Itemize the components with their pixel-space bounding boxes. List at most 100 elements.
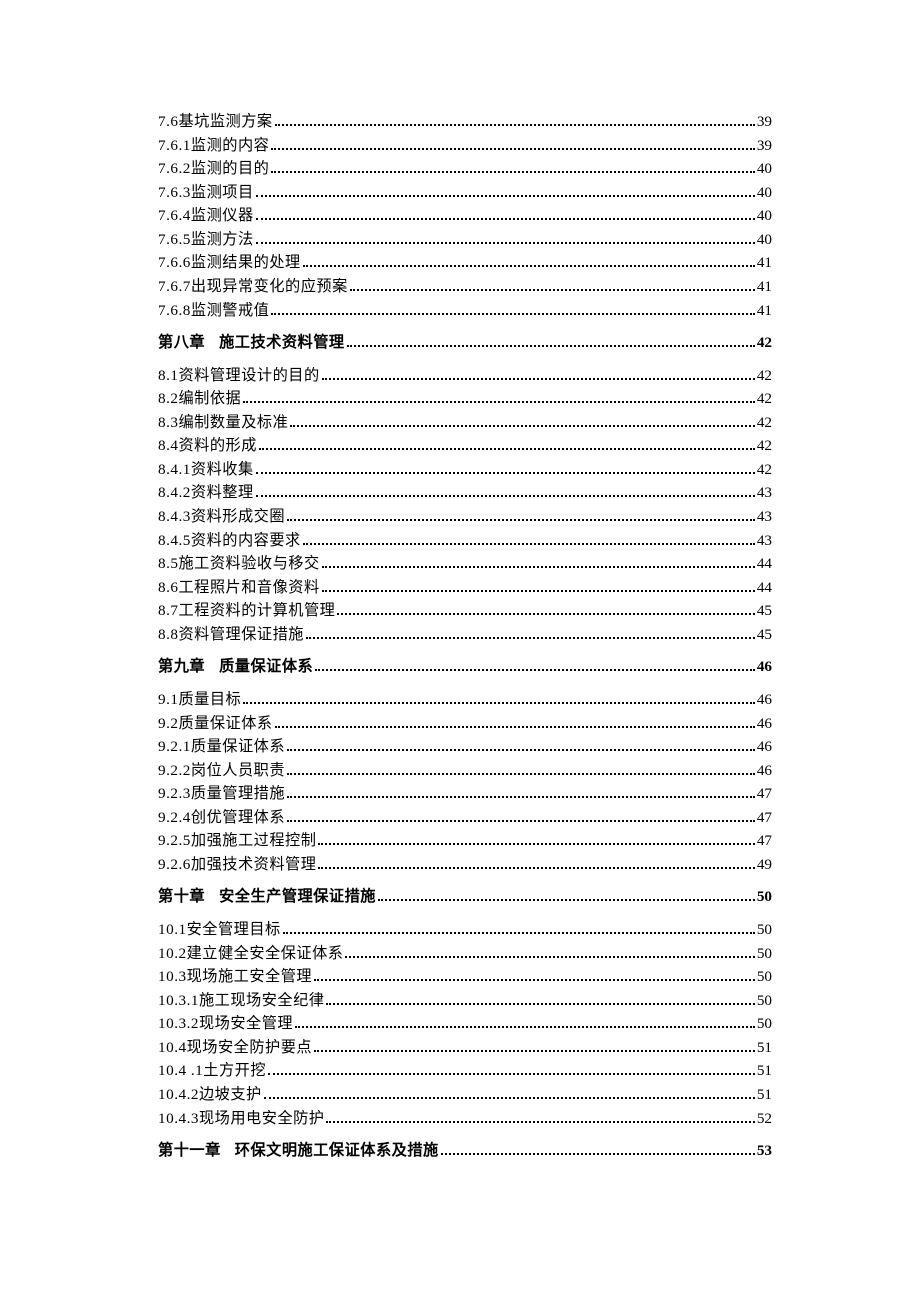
toc-entry-title: 监测的目的 xyxy=(191,157,269,181)
toc-entry-number: 9.1 xyxy=(158,688,178,712)
toc-entry-page: 43 xyxy=(757,529,772,553)
toc-entry-page: 39 xyxy=(757,134,772,158)
toc-entry-number: 10.1 xyxy=(158,918,187,942)
toc-leader-dots xyxy=(378,890,755,901)
toc-entry: 7.6 基坑监测方案39 xyxy=(158,110,772,134)
toc-entry-page: 40 xyxy=(757,228,772,252)
table-of-contents: 7.6 基坑监测方案397.6.1 监测的内容397.6.2 监测的目的407.… xyxy=(158,110,772,1163)
toc-entry-title: 资料整理 xyxy=(191,481,254,505)
toc-entry-title: 基坑监测方案 xyxy=(178,110,272,134)
toc-leader-dots xyxy=(275,716,755,727)
toc-entry-title: 监测项目 xyxy=(191,181,254,205)
toc-leader-dots xyxy=(326,1111,754,1122)
toc-entry-title: 环保文明施工保证体系及措施 xyxy=(235,1139,439,1163)
toc-entry-number: 7.6.1 xyxy=(158,134,191,158)
toc-entry-number: 7.6.4 xyxy=(158,204,191,228)
toc-leader-dots xyxy=(271,138,755,149)
toc-leader-dots xyxy=(322,557,755,568)
toc-entry: 7.6.7 出现异常变化的应预案41 xyxy=(158,275,772,299)
toc-entry: 7.6.4 监测仪器40 xyxy=(158,204,772,228)
toc-leader-dots xyxy=(268,1064,755,1075)
toc-entry-page: 42 xyxy=(757,331,772,355)
toc-leader-dots xyxy=(350,280,755,291)
toc-entry-number: 10.2 xyxy=(158,942,187,966)
toc-entry: 9.2.6 加强技术资料管理49 xyxy=(158,853,772,877)
toc-entry-number: 7.6.5 xyxy=(158,228,191,252)
toc-leader-dots xyxy=(326,994,754,1005)
toc-entry: 10.4 现场安全防护要点51 xyxy=(158,1036,772,1060)
toc-leader-dots xyxy=(337,604,754,615)
toc-leader-dots xyxy=(271,303,755,314)
toc-leader-dots xyxy=(287,811,755,822)
toc-entry: 10.2 建立健全安全保证体系50 xyxy=(158,942,772,966)
toc-entry-title: 安全管理目标 xyxy=(187,918,281,942)
toc-entry-number: 9.2.4 xyxy=(158,806,191,830)
toc-leader-dots xyxy=(243,392,755,403)
toc-entry-title: 监测的内容 xyxy=(191,134,269,158)
toc-entry-page: 50 xyxy=(757,965,772,989)
toc-entry-page: 41 xyxy=(757,275,772,299)
toc-entry-title: 加强技术资料管理 xyxy=(191,853,317,877)
toc-entry-number: 7.6.8 xyxy=(158,299,191,323)
toc-leader-dots xyxy=(256,233,755,244)
toc-entry: 7.6.6 监测结果的处理41 xyxy=(158,251,772,275)
toc-entry: 9.2.4 创优管理体系 47 xyxy=(158,806,772,830)
toc-leader-dots xyxy=(271,162,755,173)
toc-entry-number: 8.3 xyxy=(158,411,178,435)
toc-leader-dots xyxy=(314,970,755,981)
toc-entry-title: 编制数量及标准 xyxy=(178,411,288,435)
toc-entry-title: 建立健全安全保证体系 xyxy=(187,942,344,966)
toc-entry-title: 质量管理措施 xyxy=(191,782,285,806)
toc-entry: 8.7 工程资料的计算机管理45 xyxy=(158,599,772,623)
toc-entry-title: 加强施工过程控制 xyxy=(191,829,317,853)
toc-leader-dots xyxy=(287,510,755,521)
toc-entry: 10.4.2 边坡支护 51 xyxy=(158,1083,772,1107)
toc-entry: 10.3.2 现场安全管理 50 xyxy=(158,1012,772,1036)
toc-entry-page: 51 xyxy=(757,1059,772,1083)
toc-entry-number: 10.4 .1 xyxy=(158,1059,203,1083)
toc-entry-page: 39 xyxy=(757,110,772,134)
toc-entry-number: 10.3.2 xyxy=(158,1012,199,1036)
toc-entry-number: 8.4.2 xyxy=(158,481,191,505)
toc-entry-title: 资料管理保证措施 xyxy=(178,623,304,647)
toc-leader-dots xyxy=(295,1017,755,1028)
toc-entry-title: 现场施工安全管理 xyxy=(187,965,313,989)
toc-entry-page: 42 xyxy=(757,364,772,388)
toc-entry: 10.1 安全管理目标 50 xyxy=(158,918,772,942)
toc-entry-number: 10.4.2 xyxy=(158,1083,199,1107)
toc-leader-dots xyxy=(303,533,755,544)
toc-entry-page: 44 xyxy=(757,552,772,576)
toc-entry-page: 53 xyxy=(757,1139,772,1163)
toc-entry-number: 8.8 xyxy=(158,623,178,647)
toc-entry: 9.2 质量保证体系46 xyxy=(158,712,772,736)
toc-entry-page: 45 xyxy=(757,623,772,647)
toc-entry-title: 现场安全管理 xyxy=(199,1012,293,1036)
toc-leader-dots xyxy=(256,186,755,197)
toc-leader-dots xyxy=(259,439,755,450)
toc-entry-number: 第九章 xyxy=(158,655,205,679)
toc-entry-number: 9.2.2 xyxy=(158,759,191,783)
toc-entry-page: 51 xyxy=(757,1083,772,1107)
toc-leader-dots xyxy=(345,946,754,957)
toc-entry-page: 50 xyxy=(757,918,772,942)
toc-entry-title: 边坡支护 xyxy=(199,1083,262,1107)
toc-entry: 8.5 施工资料验收与移交44 xyxy=(158,552,772,576)
toc-entry-page: 42 xyxy=(757,411,772,435)
toc-entry-page: 51 xyxy=(757,1036,772,1060)
toc-entry: 8.3 编制数量及标准 42 xyxy=(158,411,772,435)
toc-leader-dots xyxy=(290,416,755,427)
toc-entry-number: 10.4.3 xyxy=(158,1107,199,1131)
toc-leader-dots xyxy=(287,740,755,751)
toc-entry-number: 10.3.1 xyxy=(158,989,199,1013)
toc-entry-title: 监测结果的处理 xyxy=(191,251,301,275)
toc-entry-page: 46 xyxy=(757,712,772,736)
toc-entry-number: 7.6.6 xyxy=(158,251,191,275)
toc-entry-number: 8.7 xyxy=(158,599,178,623)
toc-entry: 8.4.5 资料的内容要求43 xyxy=(158,529,772,553)
toc-entry-number: 第十一章 xyxy=(158,1139,221,1163)
toc-entry-number: 8.4.5 xyxy=(158,529,191,553)
toc-entry: 10.3 现场施工安全管理50 xyxy=(158,965,772,989)
toc-entry-title: 安全生产管理保证措施 xyxy=(219,885,376,909)
toc-entry-number: 9.2.6 xyxy=(158,853,191,877)
toc-entry-number: 8.2 xyxy=(158,387,178,411)
